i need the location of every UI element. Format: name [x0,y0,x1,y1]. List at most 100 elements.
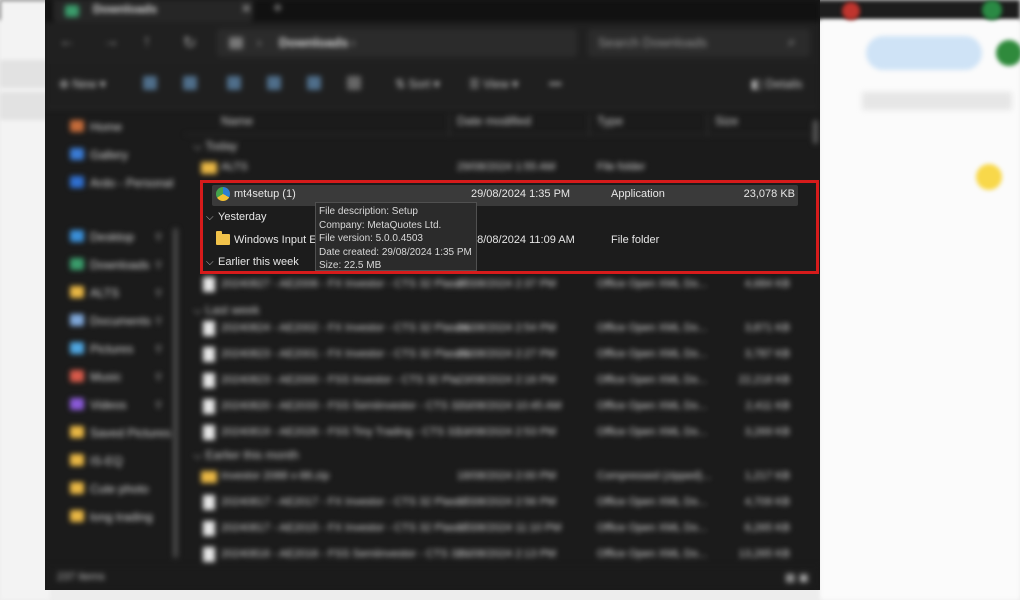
address-bar[interactable]: › Downloads › [217,29,577,57]
close-icon[interactable]: ✕ [241,1,252,17]
share-icon[interactable] [307,76,321,90]
file-row[interactable]: 20240817 - AE2015 - FX Investor - CTS 32… [185,517,820,541]
sort-button[interactable]: ⇅ Sort ▾ [395,77,440,91]
folder-icon [201,471,217,483]
file-name: 20240819 - AE2026 - FSS Tiny Trading - C… [221,426,469,438]
file-date: 18/08/2024 2:00 PM [457,470,557,482]
group-yesterday[interactable]: Yesterday [218,211,267,223]
windows-input-folder-type: File folder [611,234,660,246]
sidebar-item[interactable]: Desktop [70,230,134,250]
more-button[interactable]: ••• [549,77,562,91]
pin-icon[interactable]: ⚲ [155,372,162,383]
chevron-down-icon: ⌵ [193,139,206,153]
sidebar-item-label: Downloads [90,258,150,272]
document-icon [203,521,215,536]
forward-icon[interactable]: → [103,33,119,51]
file-type: Office Open XML Do... [597,426,708,438]
file-row[interactable]: 20240819 - AE2026 - FSS Tiny Trading - C… [185,421,820,445]
view-button[interactable]: ☰ View ▾ [469,77,518,91]
pin-icon[interactable]: ⚲ [155,316,162,327]
sidebar-item[interactable]: Cute photo [70,482,149,502]
file-row[interactable]: 20240820 - AE2033 - FSS Semiinvestor - C… [185,395,820,419]
document-icon [203,347,215,362]
background-red-icon [842,2,860,20]
file-row[interactable]: 20240816 - AE2016 - FSS Semiinvestor - C… [185,543,820,567]
sidebar-item[interactable]: Saved Pictures [70,426,171,446]
sidebar-item[interactable]: Documents [70,314,151,334]
file-date: 20/08/2024 10:45 AM [457,400,562,412]
chevron-down-icon[interactable]: ⌵ [206,257,214,268]
group-header[interactable]: ⌵ Last week [193,303,259,318]
sidebar-item[interactable]: ALTS [70,286,119,306]
back-icon[interactable]: ← [59,33,75,51]
pin-icon[interactable]: ⚲ [155,400,162,411]
navigation-pane: Home Gallery Ardo - Personal Desktop ⚲ Downlo… [45,108,180,578]
rename-icon[interactable] [267,76,281,90]
file-date: 24/08/2024 2:54 PM [457,322,557,334]
file-row[interactable]: ALTS 29/08/2024 1:55 AM File folder [185,156,820,180]
folder-icon [70,120,84,132]
file-type: Office Open XML Do... [597,322,708,334]
cut-icon[interactable] [143,76,157,90]
sidebar-item-label: long trading [90,510,153,524]
folder-icon [70,258,84,270]
sidebar-item[interactable]: Home [70,120,122,140]
file-type: Office Open XML Do... [597,522,708,534]
add-tab-icon[interactable]: + [273,0,282,18]
file-row[interactable]: 20240824 - AE2002 - FX Investor - CTS 32… [185,317,820,341]
sidebar-scrollbar[interactable] [173,228,178,558]
column-name[interactable]: Name [221,114,253,128]
paste-icon[interactable] [227,76,241,90]
file-size: 6,265 KB [744,522,790,534]
sidebar-item[interactable]: Ardo - Personal [70,176,173,196]
file-name: 20240820 - AE2033 - FSS Semiinvestor - C… [221,400,473,412]
file-size: 3,871 KB [744,322,790,334]
new-button[interactable]: ⊕ New ▾ [59,77,106,91]
group-earlier-this-week[interactable]: Earlier this week [218,256,299,268]
sidebar-item[interactable]: long trading [70,510,153,530]
file-row[interactable]: 20240827 - AE2006 - FX Investor - CTS 32… [185,273,820,297]
column-date[interactable]: Date modified [457,114,531,128]
details-button[interactable]: ◧ Details [751,77,802,91]
group-label: Today [205,139,238,153]
column-size[interactable]: Size [715,114,738,128]
document-icon [203,373,215,388]
pin-icon[interactable]: ⚲ [155,288,162,299]
file-row[interactable]: 20240823 - AE2001 - FX Investor - CTS 32… [185,343,820,367]
sidebar-item[interactable]: Gallery [70,148,128,168]
refresh-icon[interactable]: ↻ [183,33,196,53]
file-name: ALTS [221,161,248,173]
group-header[interactable]: ⌵ Today [193,139,237,154]
search-input[interactable]: Search Downloads ⌕ [588,29,810,57]
group-header[interactable]: ⌵ Earlier this month [193,448,299,463]
up-icon[interactable]: ↑ [143,33,151,51]
selected-file-type: Application [611,188,665,200]
chevron-down-icon[interactable]: ⌵ [206,212,214,223]
copy-icon[interactable] [183,76,197,90]
folder-icon [70,398,84,410]
scrollbar[interactable] [813,120,818,144]
pin-icon[interactable]: ⚲ [155,344,162,355]
file-row[interactable]: Investor 2088 v-88.zip 18/08/2024 2:00 PM… [185,465,820,489]
pin-icon[interactable]: ⚲ [155,260,162,271]
file-type: Office Open XML Do... [597,496,708,508]
sidebar-item[interactable]: Downloads [70,258,149,278]
column-type[interactable]: Type [597,114,623,128]
sidebar-item[interactable]: Pictures [70,342,133,362]
tab-downloads[interactable]: Downloads ✕ [53,0,253,22]
sidebar-item-label: IS-EQ [90,454,123,468]
file-row[interactable]: 20240817 - AE2017 - FX Investor - CTS 32… [185,491,820,515]
view-toggle-icons[interactable]: ▦ ▣ [785,571,809,584]
details-label: Details [765,77,803,91]
file-row[interactable]: 20240823 - AE2000 - FSS Investor - CTS 3… [185,369,820,393]
sidebar-item[interactable]: IS-EQ [70,454,123,474]
tooltip-created: Date created: 29/08/2024 1:35 PM [319,246,472,258]
selected-file-name[interactable]: mt4setup (1) [234,188,296,200]
sidebar-item[interactable]: Videos [70,398,126,418]
sidebar-item[interactable]: Music [70,370,121,390]
folder-icon [70,510,84,522]
pin-icon[interactable]: ⚲ [155,232,162,243]
file-name: Investor 2088 v-88.zip [221,470,330,482]
delete-icon[interactable] [347,76,361,90]
windows-input-folder-date: 28/08/2024 11:09 AM [471,234,575,246]
